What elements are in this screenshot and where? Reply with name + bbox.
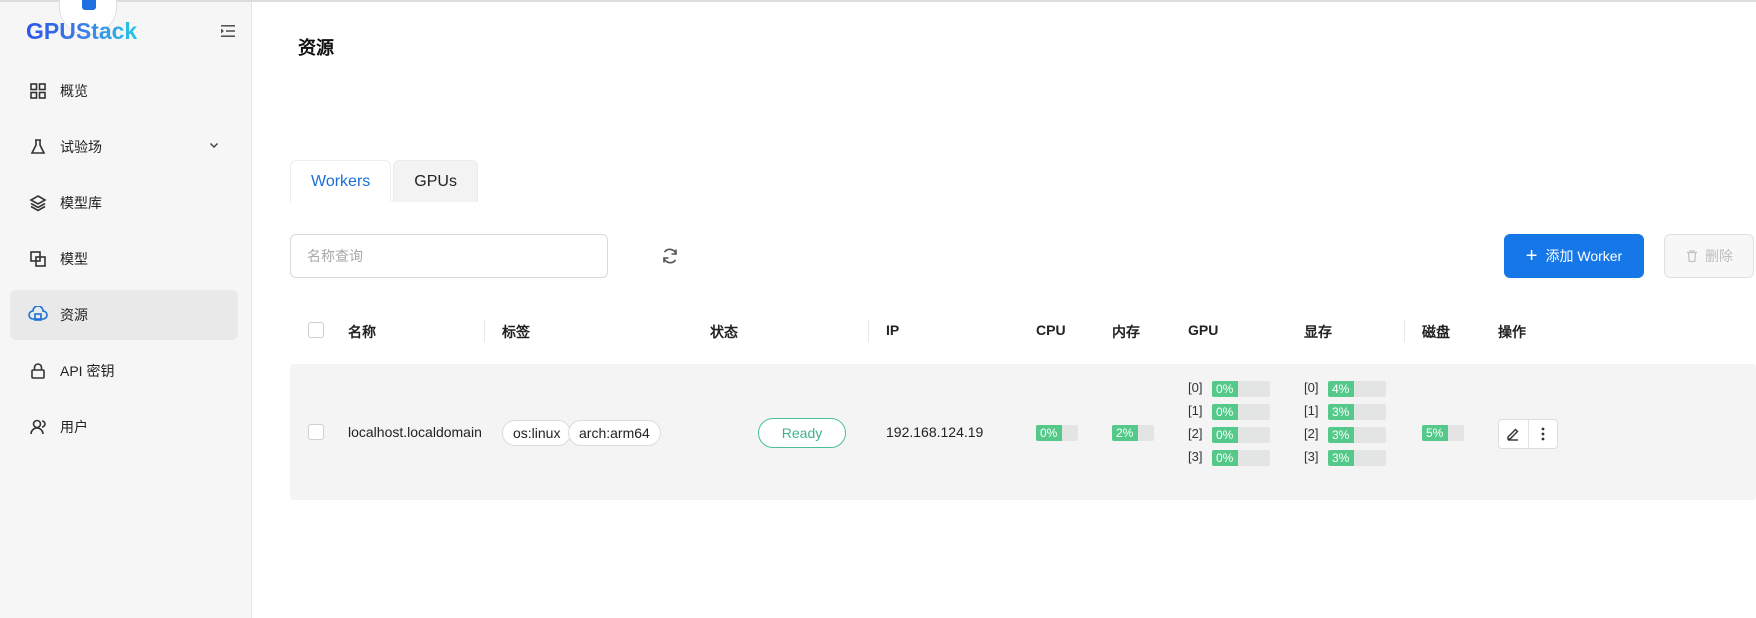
flask-icon — [28, 137, 48, 157]
header-ip: IP — [886, 322, 900, 338]
vram-index: [0] — [1304, 380, 1319, 395]
vram-index: [3] — [1304, 449, 1319, 464]
header-cpu: CPU — [1036, 322, 1066, 338]
sidebar-menu: 概览 试验场 模型库 模型 资源 API 密钥 用户 — [10, 66, 238, 458]
more-actions-button[interactable] — [1528, 420, 1557, 448]
disk-usage-text: 5% — [1426, 426, 1444, 440]
vram-usage-bar: 3% — [1328, 404, 1386, 420]
memory-usage-bar: 2% — [1112, 425, 1154, 441]
cpu-usage-text: 0% — [1040, 426, 1058, 440]
sidebar-item-label: API 密钥 — [60, 363, 115, 379]
row-checkbox[interactable] — [308, 424, 324, 440]
sidebar-item-models[interactable]: 模型 — [10, 234, 238, 284]
trash-icon — [1687, 250, 1697, 263]
vram-usage-bar: 3% — [1328, 427, 1386, 443]
table-row: localhost.localdomain os:linux arch:arm6… — [290, 364, 1756, 500]
vram-usage-text: 3% — [1332, 428, 1350, 442]
delete-button[interactable]: 删除 — [1664, 234, 1754, 278]
row-actions — [1498, 419, 1558, 449]
vram-index: [2] — [1304, 426, 1319, 441]
cpu-usage-bar: 0% — [1036, 425, 1078, 441]
refresh-icon[interactable] — [660, 246, 680, 266]
header-status: 状态 — [710, 324, 738, 340]
header-gpu: GPU — [1188, 322, 1219, 338]
sidebar-item-resources[interactable]: 资源 — [10, 290, 238, 340]
column-divider — [868, 320, 869, 342]
sidebar-item-label: 试验场 — [60, 139, 102, 155]
sidebar-item-label: 模型 — [60, 251, 88, 267]
sidebar-item-label: 概览 — [60, 83, 88, 99]
header-memory: 内存 — [1112, 324, 1140, 340]
gpu-usage-bar: 0% — [1212, 427, 1270, 443]
select-all-checkbox[interactable] — [308, 322, 324, 338]
main-content: 资源 Workers GPUs + 添加 Worker 删除 名称 标签 状态 … — [252, 2, 1756, 618]
column-divider — [1404, 320, 1405, 342]
sidebar-item-label: 模型库 — [60, 195, 102, 211]
header-actions: 操作 — [1498, 324, 1526, 340]
sidebar-item-overview[interactable]: 概览 — [10, 66, 238, 116]
search-input[interactable] — [290, 234, 608, 278]
gpu-index: [1] — [1188, 403, 1203, 418]
logo-text: GPUStack — [26, 18, 138, 44]
delete-label: 删除 — [1705, 248, 1733, 264]
tab-workers[interactable]: Workers — [290, 160, 392, 202]
column-divider — [484, 320, 485, 342]
edit-button[interactable] — [1499, 420, 1528, 448]
header-labels: 标签 — [502, 324, 530, 340]
vram-usage-bar: 3% — [1328, 450, 1386, 466]
add-worker-label: 添加 Worker — [1545, 248, 1623, 264]
sidebar: GPUStack 概览 试验场 模型库 模型 资源 API 密钥 用户 — [0, 0, 252, 618]
edit-pen-icon — [1507, 428, 1519, 441]
collapse-menu-icon[interactable] — [220, 24, 236, 38]
more-vertical-icon — [1541, 427, 1545, 441]
user-icon — [28, 417, 48, 437]
page-title: 资源 — [298, 38, 334, 58]
gpu-index: [2] — [1188, 426, 1203, 441]
sidebar-item-model-catalog[interactable]: 模型库 — [10, 178, 238, 228]
gpu-usage-bar: 0% — [1212, 450, 1270, 466]
header-disk: 磁盘 — [1422, 324, 1450, 340]
tag-os: os:linux — [502, 420, 572, 446]
header-vram: 显存 — [1304, 324, 1332, 340]
vram-usage-text: 3% — [1332, 451, 1350, 465]
sidebar-item-api-keys[interactable]: API 密钥 — [10, 346, 238, 396]
vram-usage-bar: 4% — [1328, 381, 1386, 397]
gpu-usage-text: 0% — [1216, 382, 1234, 396]
gpu-index: [0] — [1188, 380, 1203, 395]
sidebar-item-label: 用户 — [60, 419, 88, 435]
header-name[interactable]: 名称 — [348, 322, 376, 342]
gpu-usage-text: 0% — [1216, 451, 1234, 465]
sidebar-item-playground[interactable]: 试验场 — [10, 122, 238, 172]
gpu-usage-bar: 0% — [1212, 404, 1270, 420]
plus-icon: + — [1525, 245, 1538, 267]
cloud-server-icon — [28, 305, 48, 325]
lock-icon — [28, 361, 48, 381]
model-icon — [28, 249, 48, 269]
tab-gpus[interactable]: GPUs — [393, 160, 478, 202]
status-badge: Ready — [758, 418, 846, 448]
add-worker-button[interactable]: + 添加 Worker — [1504, 234, 1644, 278]
vram-usage-text: 4% — [1332, 382, 1350, 396]
layers-icon — [28, 193, 48, 213]
sidebar-item-users[interactable]: 用户 — [10, 402, 238, 452]
worker-ip: 192.168.124.19 — [886, 424, 984, 440]
vram-usage-text: 3% — [1332, 405, 1350, 419]
gpu-usage-text: 0% — [1216, 405, 1234, 419]
sidebar-item-label: 资源 — [60, 307, 88, 323]
memory-usage-text: 2% — [1116, 426, 1134, 440]
gpu-index: [3] — [1188, 449, 1203, 464]
vram-index: [1] — [1304, 403, 1319, 418]
grid-icon — [28, 81, 48, 101]
chevron-down-icon — [209, 142, 219, 149]
gpu-usage-bar: 0% — [1212, 381, 1270, 397]
gpu-usage-text: 0% — [1216, 428, 1234, 442]
worker-name: localhost.localdomain — [348, 424, 482, 440]
tag-arch: arch:arm64 — [568, 420, 661, 446]
tab-bar: Workers GPUs — [290, 160, 478, 202]
table-header: 名称 标签 状态 IP CPU 内存 GPU 显存 磁盘 操作 — [290, 308, 1756, 352]
disk-usage-bar: 5% — [1422, 425, 1464, 441]
